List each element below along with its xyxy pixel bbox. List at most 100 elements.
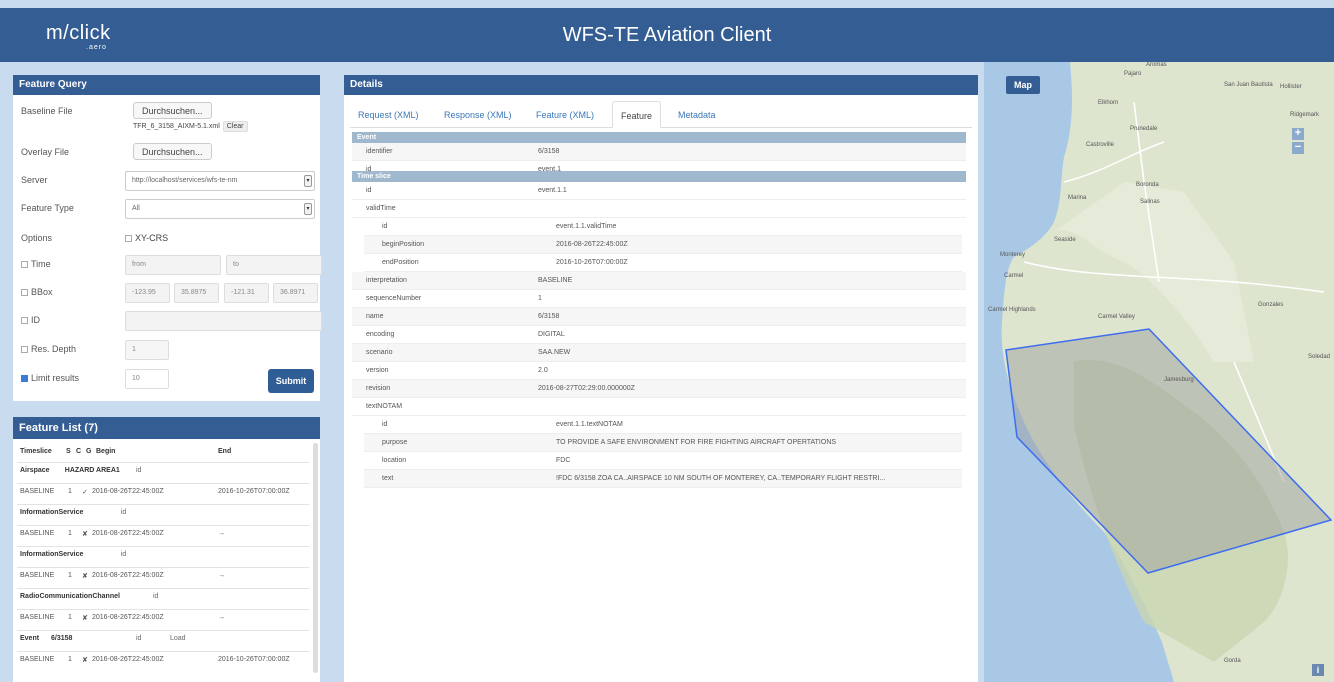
id-checkbox[interactable] <box>21 317 28 324</box>
res-depth-option[interactable]: Res. Depth <box>21 344 76 354</box>
property-key: id <box>382 421 388 428</box>
feature-group-row[interactable]: Airspace HAZARD AREA1 id <box>20 462 309 481</box>
timeslice-cell: → <box>218 572 225 579</box>
town-label: Gonzales <box>1258 302 1284 308</box>
bbox-min-lon-input[interactable]: -123.95 <box>125 283 170 303</box>
feature-id-link[interactable]: id <box>136 467 141 474</box>
timeslice-row[interactable]: BASELINE 1 ✘ 2016-08-26T22:45:00Z → <box>20 609 309 628</box>
property-value: event.1.1 <box>538 187 567 194</box>
tab-request-xml[interactable]: Request (XML) <box>350 101 427 128</box>
feature-id-link[interactable]: id <box>153 593 158 600</box>
feature-group-row[interactable]: InformationService id <box>20 504 309 523</box>
bbox-max-lon-input[interactable]: -121.31 <box>224 283 269 303</box>
baseline-browse-button[interactable]: Durchsuchen... <box>133 102 212 119</box>
xycrs-checkbox[interactable] <box>125 235 132 242</box>
server-select[interactable]: http://localhost/services/wfs-te-nm ▾ <box>125 171 315 191</box>
feature-type-value: All <box>132 205 140 212</box>
timeslice-row[interactable]: BASELINE 1 ✓ 2016-08-26T22:45:00Z 2016-10-26… <box>20 483 309 502</box>
tab-metadata[interactable]: Metadata <box>670 101 724 128</box>
timeslice-cell: BASELINE <box>20 488 55 495</box>
property-value: BASELINE <box>538 277 573 284</box>
chevron-down-icon: ▾ <box>304 175 312 187</box>
bbox-option[interactable]: BBox <box>21 287 53 297</box>
column-header: Begin <box>96 448 116 455</box>
id-label: ID <box>31 315 40 325</box>
feature-group-row[interactable]: Event 6/3158 id Load <box>20 630 309 649</box>
feature-extra: HAZARD AREA1 <box>64 467 120 474</box>
feature-extra: 6/3158 <box>51 635 73 642</box>
timeslice-row[interactable]: BASELINE 1 ✘ 2016-08-26T22:45:00Z → <box>20 525 309 544</box>
bbox-min-lat-input[interactable]: 35.8975 <box>174 283 219 303</box>
property-value: 2016-10-26T07:00:00Z <box>556 259 628 266</box>
overlay-browse-button[interactable]: Durchsuchen... <box>133 143 212 160</box>
property-value: 1 <box>538 295 542 302</box>
limit-checkbox[interactable] <box>21 375 28 382</box>
id-input[interactable] <box>125 311 322 331</box>
bbox-label: BBox <box>31 287 53 297</box>
property-key: validTime <box>366 205 396 212</box>
res-depth-input[interactable]: 1 <box>125 340 169 360</box>
feature-id-link[interactable]: id <box>121 551 126 558</box>
town-label: Aromas <box>1146 62 1167 68</box>
tab-feature[interactable]: Feature <box>612 101 662 128</box>
town-label: Marina <box>1068 195 1087 201</box>
feature-type-row: Feature Type All ▾ <box>21 199 315 221</box>
time-to-placeholder: to <box>233 261 239 268</box>
timeslice-row[interactable]: BASELINE 1 ✘ 2016-08-26T22:45:00Z → <box>20 567 309 586</box>
property-key: id <box>382 223 388 230</box>
property-value: FDC <box>556 457 571 464</box>
submit-button[interactable]: Submit <box>268 369 314 393</box>
server-label: Server <box>21 175 48 185</box>
time-checkbox[interactable] <box>21 261 28 268</box>
limit-option[interactable]: Limit results <box>21 373 79 383</box>
id-row: ID <box>21 311 322 333</box>
feature-id-link[interactable]: id <box>136 635 141 642</box>
map-panel[interactable]: Map + − Aromas Pajaro San Juan Bautista … <box>984 62 1334 682</box>
time-option[interactable]: Time <box>21 259 51 269</box>
res-depth-checkbox[interactable] <box>21 346 28 353</box>
zoom-out-button[interactable]: − <box>1292 142 1304 154</box>
property-key: interpretation <box>366 277 407 284</box>
time-row: Time from to <box>21 255 322 277</box>
map-canvas[interactable] <box>984 62 1334 682</box>
xycrs-option[interactable]: XY-CRS <box>125 233 168 243</box>
baseline-file-row: Baseline File Durchsuchen... TFR_6_3158_… <box>21 102 314 132</box>
tab-response-xml[interactable]: Response (XML) <box>436 101 520 128</box>
time-from-input[interactable]: from <box>125 255 221 275</box>
timeslice-row[interactable]: BASELINE 1 ✘ 2016-08-26T22:45:00Z 2016-10-26… <box>20 651 309 670</box>
xycrs-label: XY-CRS <box>135 233 169 243</box>
res-depth-row: Res. Depth 1 <box>21 340 314 362</box>
app-header: m/click .aero WFS-TE Aviation Client <box>0 8 1334 62</box>
feature-list-body: Timeslice S C G Begin End Airspace HAZARD AREA1… <box>13 439 313 682</box>
clear-button[interactable]: Clear <box>222 121 248 132</box>
info-icon[interactable]: i <box>1312 664 1324 676</box>
tab-feature-xml[interactable]: Feature (XML) <box>528 101 602 128</box>
feature-id-link[interactable]: id <box>121 509 126 516</box>
feature-type: Event <box>20 635 40 642</box>
server-value: http://localhost/services/wfs-te-nm <box>132 177 238 184</box>
feature-group-row[interactable]: RadioCommunicationChannel id <box>20 588 309 607</box>
timeslice-cell: 2016-08-26T22:45:00Z <box>92 572 164 579</box>
load-button[interactable]: Load <box>170 635 186 642</box>
time-to-input[interactable]: to <box>226 255 322 275</box>
feature-list-title-text: Feature List <box>19 422 82 434</box>
property-key: id <box>366 187 372 194</box>
town-label: Hollister <box>1280 84 1302 90</box>
property-key: endPosition <box>382 259 419 266</box>
town-label: Boronda <box>1136 182 1159 188</box>
nested-property-row: endPosition 2016-10-26T07:00:00Z <box>364 254 962 272</box>
feature-group-row[interactable]: InformationService id <box>20 546 309 565</box>
town-label: Ridgemark <box>1290 112 1320 118</box>
property-key: scenario <box>366 349 393 356</box>
property-value: event.1.1.textNOTAM <box>556 421 623 428</box>
bbox-max-lat-input[interactable]: 36.8971 <box>273 283 318 303</box>
zoom-in-button[interactable]: + <box>1292 128 1304 140</box>
limit-input[interactable]: 10 <box>125 369 169 389</box>
scrollbar[interactable] <box>313 443 318 673</box>
property-value: 2016-08-27T02:29:00.000000Z <box>538 385 635 392</box>
feature-type-select[interactable]: All ▾ <box>125 199 315 219</box>
bbox-checkbox[interactable] <box>21 289 28 296</box>
id-option[interactable]: ID <box>21 315 40 325</box>
timeslice-cell: 2016-08-26T22:45:00Z <box>92 488 164 495</box>
feature-list-panel: Feature List (7) Timeslice S C G Begin End Air… <box>13 417 320 682</box>
